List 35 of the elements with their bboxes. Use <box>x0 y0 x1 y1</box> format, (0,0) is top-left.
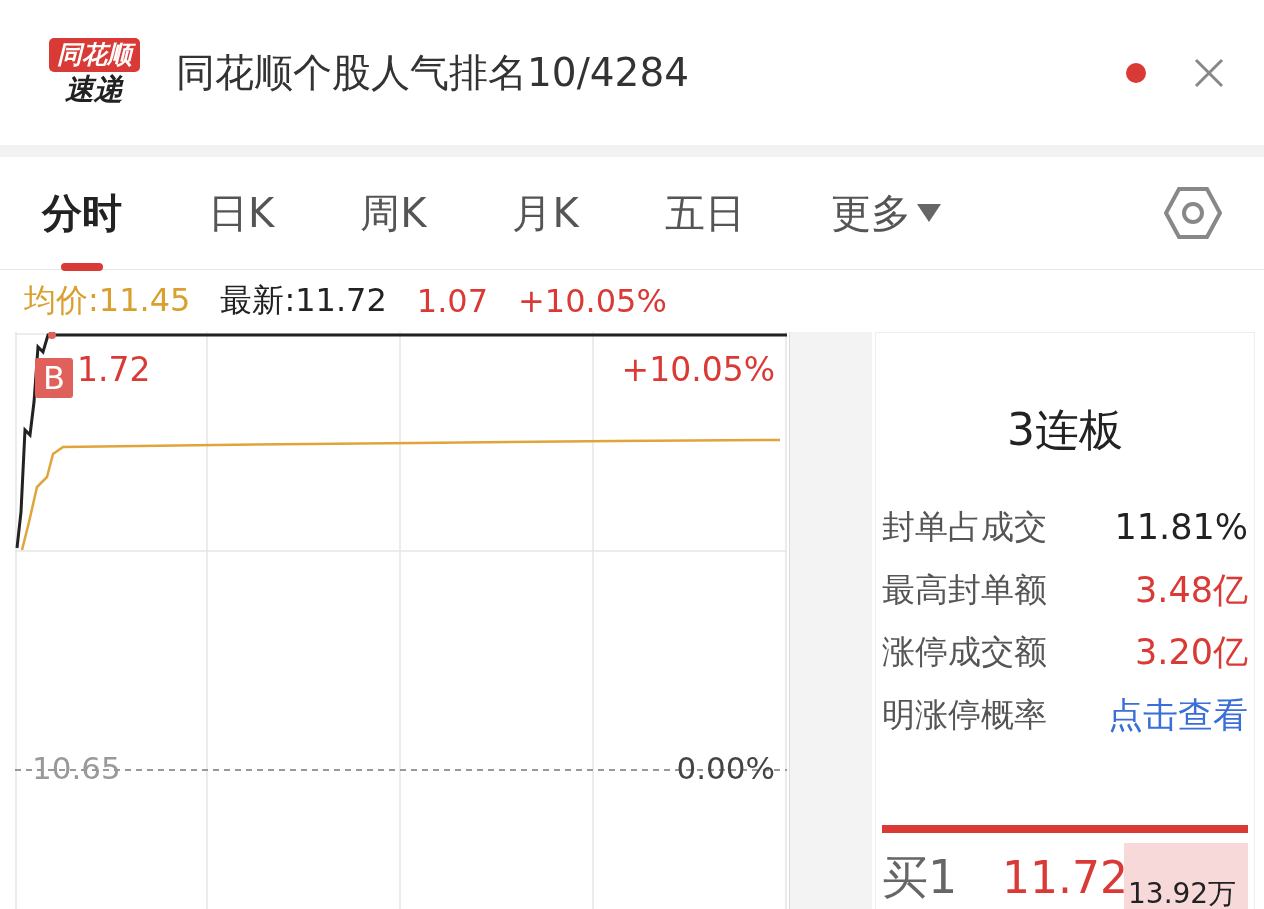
chart-tab[interactable]: 月K <box>512 185 579 241</box>
chart-tab[interactable]: 五日 <box>664 185 745 241</box>
bid-label: 买1 <box>882 849 959 906</box>
close-icon[interactable] <box>1194 57 1224 88</box>
average-price: 均价:11.45 <box>24 280 191 321</box>
stat-value: 3.48亿 <box>1135 568 1248 612</box>
stat-label: 最高封单额 <box>882 568 1047 611</box>
streak-title: 3连板 <box>1006 403 1124 457</box>
logo-badge: 同花顺 <box>48 38 140 72</box>
chart-tab[interactable]: 更多 <box>830 185 941 241</box>
notification-title: 同花顺个股人气排名10/4284 <box>176 48 691 97</box>
stat-value: 3.20亿 <box>1135 631 1248 675</box>
logo-text: 速递 <box>65 71 123 107</box>
stat-label: 明涨停概率 <box>882 693 1047 736</box>
stat-value: 11.81% <box>1114 507 1248 548</box>
bid-price: 11.72 <box>1002 852 1124 904</box>
high-percent: +10.05% <box>621 350 775 389</box>
high-point <box>48 332 56 339</box>
settings-icon[interactable] <box>1164 187 1222 239</box>
base-percent: 0.00% <box>676 750 775 786</box>
price-change: 1.07 <box>416 282 489 320</box>
chart-tab[interactable]: 日K <box>208 185 275 241</box>
base-price: 10.65 <box>32 750 121 786</box>
chart-tab[interactable]: 分时 <box>42 185 122 241</box>
tab-indicator <box>61 262 103 271</box>
view-link[interactable]: 点击查看 <box>1108 691 1248 739</box>
stat-label: 涨停成交额 <box>882 631 1047 674</box>
buy-marker: B <box>35 358 73 398</box>
stat-label: 封单占成交 <box>882 505 1047 548</box>
bid-volume: 13.92万 <box>1124 843 1248 909</box>
latest-price: 最新:11.72 <box>220 280 387 321</box>
change-percent: +10.05% <box>518 282 667 320</box>
chart-tab[interactable]: 周K <box>360 185 427 241</box>
caret-icon <box>916 204 941 222</box>
high-price: 1.72 <box>77 350 151 389</box>
